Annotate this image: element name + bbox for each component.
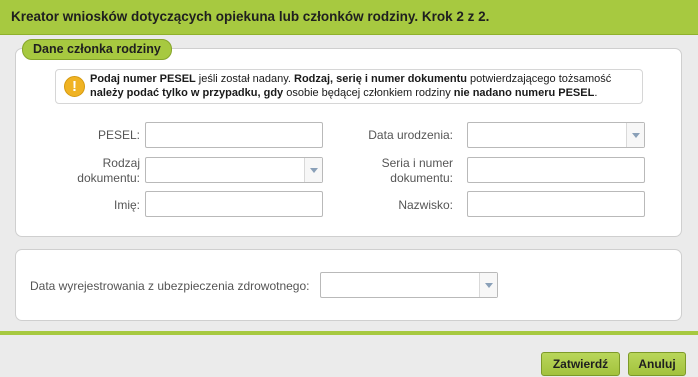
document-series-input[interactable]: [467, 157, 645, 183]
info-box: ! Podaj numer PESEL jeśli został nadany.…: [55, 69, 643, 104]
footer-divider: [0, 331, 698, 335]
cancel-button[interactable]: Anuluj: [628, 352, 686, 376]
birth-date-picker[interactable]: [467, 122, 645, 148]
chevron-down-icon[interactable]: [479, 273, 497, 297]
birth-date-label: Data urodzenia:: [368, 128, 453, 142]
dialog-title: Kreator wniosków dotyczących opiekuna lu…: [11, 9, 490, 24]
pesel-input[interactable]: [145, 122, 323, 148]
warning-icon: !: [64, 76, 85, 97]
chevron-down-icon[interactable]: [304, 158, 322, 182]
info-message-part: nie nadano numeru PESEL: [453, 86, 595, 99]
deregistration-date-label: Data wyrejestrowania z ubezpieczenia zdr…: [30, 279, 310, 293]
document-series-label: Seria i numer dokumentu:: [381, 156, 453, 185]
dialog: Kreator wniosków dotyczących opiekuna lu…: [0, 0, 698, 334]
info-message-part: osobie będącej członkiem rodziny: [283, 86, 454, 99]
pesel-label: PESEL:: [97, 128, 140, 142]
dialog-titlebar: Kreator wniosków dotyczących opiekuna lu…: [0, 0, 698, 35]
document-type-select[interactable]: [145, 157, 323, 183]
family-member-legend: Dane członka rodziny: [22, 39, 172, 60]
last-name-input[interactable]: [467, 191, 645, 217]
first-name-label: Imię:: [113, 198, 140, 212]
info-message: Podaj numer PESEL jeśli został nadany. R…: [90, 73, 638, 100]
chevron-down-icon[interactable]: [626, 123, 644, 147]
last-name-label: Nazwisko:: [398, 198, 453, 212]
deregistration-date-picker[interactable]: [320, 272, 498, 298]
info-message-part: Podaj numer PESEL: [90, 73, 196, 85]
document-type-label: Rodzaj dokumentu:: [77, 156, 140, 185]
info-message-part: Rodzaj, serię i numer dokumentu: [294, 73, 467, 85]
first-name-input[interactable]: [145, 191, 323, 217]
confirm-button[interactable]: Zatwierdź: [541, 352, 620, 376]
info-message-part: potwierdzającego tożsamość: [466, 73, 612, 85]
info-message-part: należy podać tylko w przypadku, gdy: [90, 86, 284, 99]
info-message-part: .: [594, 86, 598, 99]
info-message-part: jeśli został nadany.: [195, 73, 294, 85]
